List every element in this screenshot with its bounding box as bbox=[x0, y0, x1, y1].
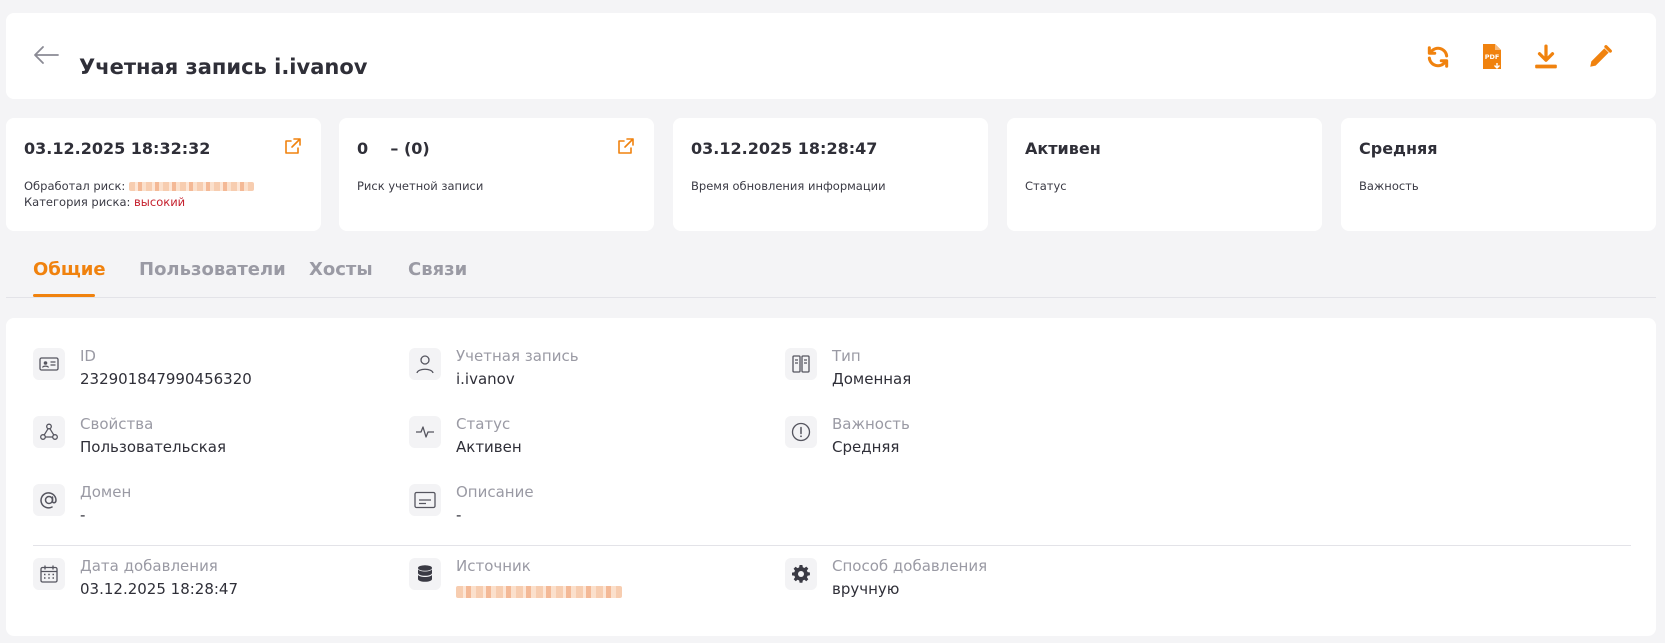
field-importance: Важность Средняя bbox=[785, 412, 1145, 468]
tab-users[interactable]: Пользователи bbox=[139, 259, 286, 280]
card-details: Обработал риск: Категория риска: высокий bbox=[24, 178, 254, 210]
risk-category-value: высокий bbox=[134, 195, 186, 209]
tab-bar: Общие Пользователи Хосты Связи bbox=[6, 248, 1656, 298]
pdf-badge: PDF bbox=[1485, 53, 1500, 61]
field-account: Учетная запись i.ivanov bbox=[409, 344, 769, 400]
field-value bbox=[456, 580, 622, 598]
card-label: Важность bbox=[1359, 179, 1419, 193]
processed-by-label: Обработал риск: bbox=[24, 179, 126, 193]
field-label: ID bbox=[80, 347, 96, 365]
field-label: Источник bbox=[456, 557, 531, 575]
edit-icon bbox=[1590, 45, 1612, 67]
field-value: - bbox=[456, 506, 462, 524]
status-card: Активен Статус bbox=[1007, 118, 1322, 231]
database-icon bbox=[409, 558, 441, 590]
field-label: Свойства bbox=[80, 415, 154, 433]
card-label: Статус bbox=[1025, 179, 1067, 193]
field-value: Пользовательская bbox=[80, 438, 226, 456]
id-card-icon bbox=[33, 348, 65, 380]
field-value: Доменная bbox=[832, 370, 912, 388]
field-label: Статус bbox=[456, 415, 511, 433]
field-domain: Домен - bbox=[33, 480, 393, 536]
field-type: Тип Доменная bbox=[785, 344, 1145, 400]
redacted-source bbox=[456, 585, 622, 598]
active-tab-indicator bbox=[33, 294, 95, 297]
risk-processed-card: 03.12.2025 18:32:32 Обработал риск: Кате… bbox=[6, 118, 321, 231]
properties-icon bbox=[33, 416, 65, 448]
pdf-export-button[interactable]: PDF bbox=[1476, 41, 1508, 73]
at-icon bbox=[33, 484, 65, 516]
header-actions: PDF bbox=[1422, 41, 1616, 73]
field-label: Важность bbox=[832, 415, 910, 433]
field-source: Источник bbox=[409, 554, 769, 610]
card-value: Средняя bbox=[1359, 139, 1438, 158]
tab-links[interactable]: Связи bbox=[408, 259, 467, 280]
external-link-icon[interactable] bbox=[283, 136, 303, 156]
field-value: Средняя bbox=[832, 438, 900, 456]
field-label: Домен bbox=[80, 483, 132, 501]
user-icon bbox=[409, 348, 441, 380]
refresh-button[interactable] bbox=[1422, 41, 1454, 73]
field-label: Описание bbox=[456, 483, 534, 501]
pdf-export-icon: PDF bbox=[1483, 44, 1501, 69]
field-label: Учетная запись bbox=[456, 347, 579, 365]
importance-card: Средняя Важность bbox=[1341, 118, 1656, 231]
card-label: Риск учетной записи bbox=[357, 179, 484, 193]
download-button[interactable] bbox=[1530, 41, 1562, 73]
download-icon bbox=[1535, 44, 1557, 69]
tab-general[interactable]: Общие bbox=[33, 259, 106, 280]
field-value: вручную bbox=[832, 580, 900, 598]
details-panel: ID 232901847990456320 Учетная запись i.i… bbox=[6, 318, 1656, 636]
field-value: 232901847990456320 bbox=[80, 370, 252, 388]
field-value: i.ivanov bbox=[456, 370, 515, 388]
refresh-icon bbox=[1427, 46, 1449, 68]
field-add-method: Способ добавления вручную bbox=[785, 554, 1145, 610]
redacted-user bbox=[128, 182, 254, 191]
field-label: Дата добавления bbox=[80, 557, 218, 575]
field-value: 03.12.2025 18:28:47 bbox=[80, 580, 239, 598]
description-icon bbox=[409, 484, 441, 516]
card-value: Активен bbox=[1025, 139, 1101, 158]
page-title: Учетная запись i.ivanov bbox=[79, 55, 368, 79]
tab-hosts[interactable]: Хосты bbox=[309, 259, 373, 280]
field-label: Тип bbox=[832, 347, 861, 365]
field-id: ID 232901847990456320 bbox=[33, 344, 393, 400]
alert-circle-icon bbox=[785, 416, 817, 448]
section-divider bbox=[33, 545, 1631, 546]
field-date-added: Дата добавления 03.12.2025 18:28:47 bbox=[33, 554, 393, 610]
back-arrow-icon[interactable] bbox=[32, 43, 60, 67]
calendar-icon bbox=[33, 558, 65, 590]
pulse-icon bbox=[409, 416, 441, 448]
field-label: Способ добавления bbox=[832, 557, 988, 575]
gear-icon bbox=[785, 558, 817, 590]
field-value: Активен bbox=[456, 438, 522, 456]
field-description: Описание - bbox=[409, 480, 769, 536]
card-value: 03.12.2025 18:28:47 bbox=[691, 139, 878, 158]
page-header: Учетная запись i.ivanov PDF bbox=[6, 13, 1656, 99]
field-value: - bbox=[80, 506, 86, 524]
type-icon bbox=[785, 348, 817, 380]
risk-category-label: Категория риска: bbox=[24, 195, 131, 209]
card-label: Время обновления информации bbox=[691, 179, 886, 193]
external-link-icon[interactable] bbox=[616, 136, 636, 156]
field-status: Статус Активен bbox=[409, 412, 769, 468]
account-risk-card: 0 – (0) Риск учетной записи bbox=[339, 118, 654, 231]
card-value: 03.12.2025 18:32:32 bbox=[24, 139, 211, 158]
edit-button[interactable] bbox=[1584, 41, 1616, 73]
card-value: 0 – (0) bbox=[357, 139, 430, 158]
field-properties: Свойства Пользовательская bbox=[33, 412, 393, 468]
update-time-card: 03.12.2025 18:28:47 Время обновления инф… bbox=[673, 118, 988, 231]
